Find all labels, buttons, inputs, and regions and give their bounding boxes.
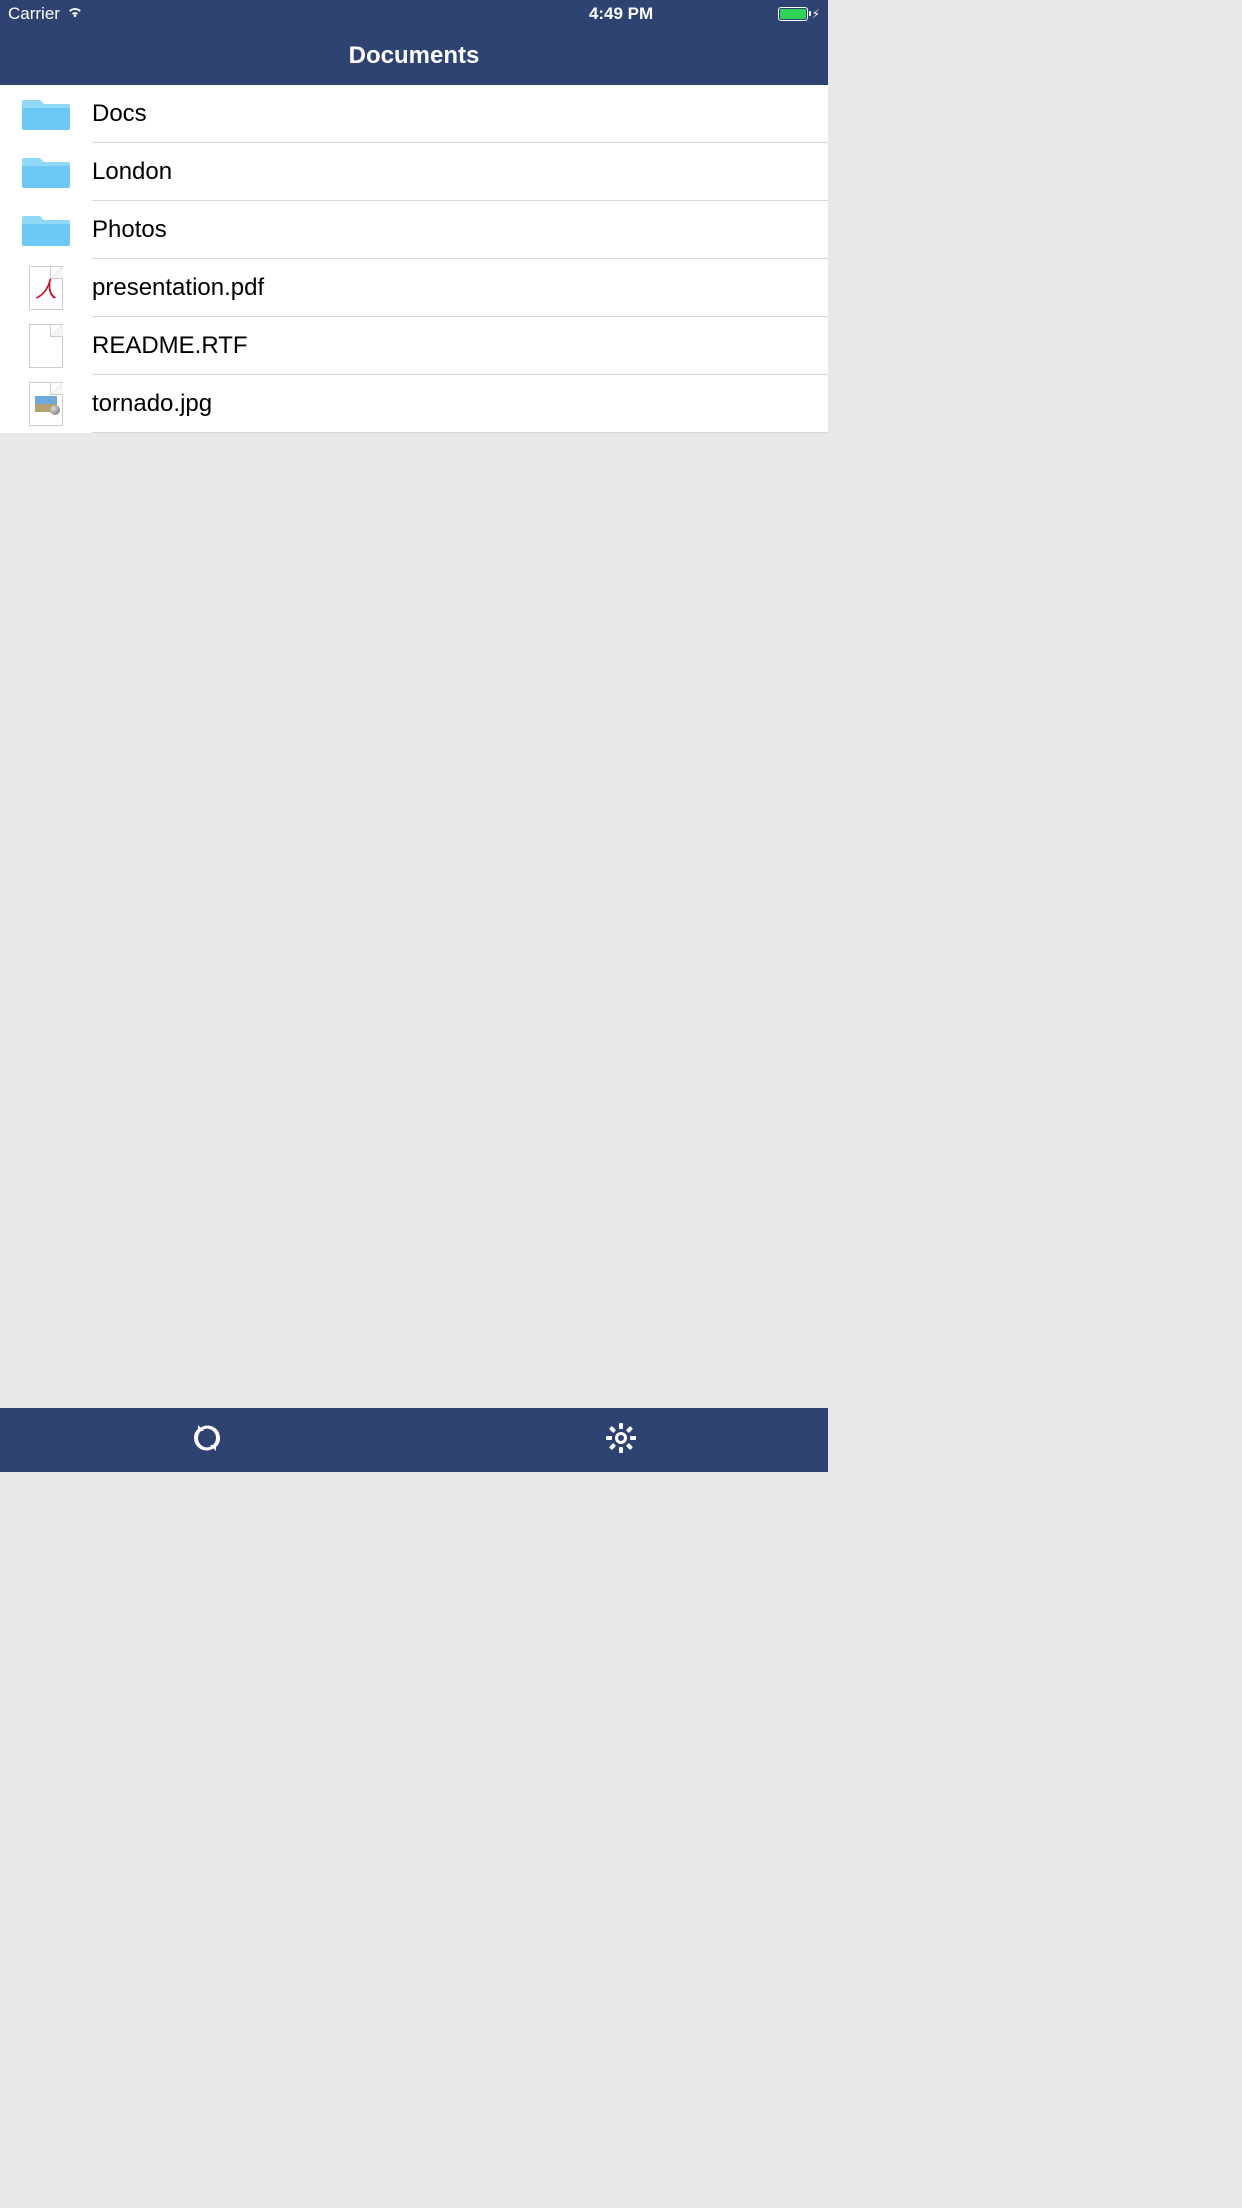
file-name-label: tornado.jpg: [92, 390, 212, 418]
bottom-toolbar: [0, 1408, 828, 1472]
carrier-label: Carrier: [8, 4, 60, 24]
status-time: 4:49 PM: [589, 4, 653, 24]
folder-row-photos[interactable]: Photos: [0, 201, 828, 259]
file-name-label: Photos: [92, 216, 167, 244]
file-row-tornado[interactable]: tornado.jpg: [0, 375, 828, 433]
pdf-icon: 人: [29, 266, 63, 310]
file-list: Docs London: [0, 85, 828, 433]
status-left: Carrier: [8, 4, 84, 24]
file-row-readme[interactable]: README.RTF: [0, 317, 828, 375]
wifi-icon: [66, 4, 84, 24]
file-name-label: presentation.pdf: [92, 274, 264, 302]
content-area: Docs London: [0, 85, 828, 1408]
status-bar: Carrier 4:49 PM ⚡︎: [0, 0, 828, 27]
file-name-label: Docs: [92, 100, 147, 128]
folder-row-london[interactable]: London: [0, 143, 828, 201]
refresh-icon: [190, 1421, 224, 1460]
file-row-presentation[interactable]: 人 presentation.pdf: [0, 259, 828, 317]
charging-icon: ⚡︎: [812, 7, 820, 21]
file-name-label: README.RTF: [92, 332, 248, 360]
page-title: Documents: [349, 42, 480, 70]
folder-icon: [22, 212, 70, 248]
nav-bar: Documents: [0, 27, 828, 85]
settings-button[interactable]: [414, 1408, 828, 1472]
folder-icon: [22, 154, 70, 190]
status-right: ⚡︎: [778, 7, 820, 21]
image-file-icon: [29, 382, 63, 426]
folder-row-docs[interactable]: Docs: [0, 85, 828, 143]
battery-icon: [778, 7, 808, 21]
refresh-button[interactable]: [0, 1408, 414, 1472]
document-icon: [29, 324, 63, 368]
gear-icon: [604, 1421, 638, 1460]
file-name-label: London: [92, 158, 172, 186]
folder-icon: [22, 96, 70, 132]
